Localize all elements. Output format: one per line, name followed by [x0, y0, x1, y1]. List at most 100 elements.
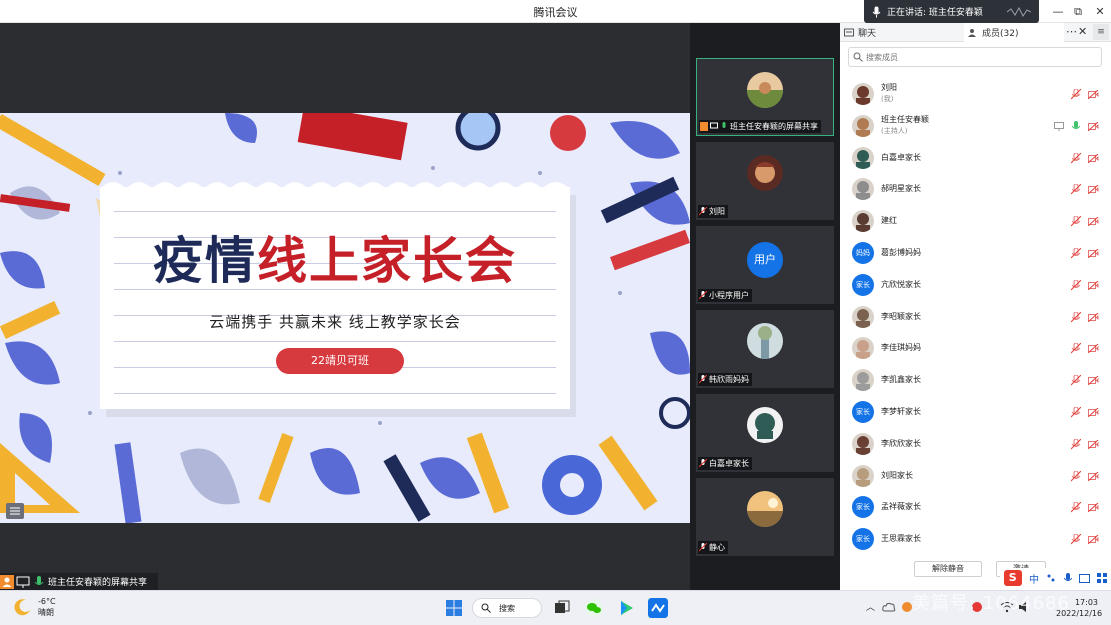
- member-name: 白嘉卓家长: [881, 152, 921, 162]
- member-row[interactable]: 家长 亢欣悦家长: [840, 271, 1111, 301]
- screen-share-label: 班主任安春颖的屏幕共享: [48, 578, 148, 588]
- avatar: [852, 432, 874, 455]
- more-options-button[interactable]: ⋯: [1066, 25, 1077, 38]
- camera-off-icon[interactable]: [1088, 344, 1099, 354]
- microphone-muted-icon[interactable]: [1071, 470, 1081, 482]
- panel-toggle-button[interactable]: ≡: [1093, 24, 1109, 40]
- microphone-muted-icon: [699, 207, 707, 216]
- start-menu-icon[interactable]: [444, 598, 464, 618]
- tray-overflow-button[interactable]: ︿: [866, 600, 875, 613]
- tab-chat[interactable]: 聊天: [840, 23, 964, 42]
- screen-share-icon: [16, 576, 30, 588]
- ime-toolbar[interactable]: S 中: [1000, 568, 1111, 588]
- video-tile[interactable]: 班主任安春颖的屏幕共享: [696, 58, 834, 136]
- member-row[interactable]: 郝明星家长: [840, 175, 1111, 205]
- ime-language[interactable]: 中: [1029, 571, 1039, 586]
- camera-off-icon[interactable]: [1088, 217, 1099, 227]
- microphone-muted-icon[interactable]: [1071, 184, 1081, 195]
- wechat-icon[interactable]: [584, 598, 604, 618]
- avatar: [852, 305, 874, 328]
- tab-members[interactable]: 成员(32): [964, 23, 1064, 42]
- avatar: [852, 146, 874, 169]
- taskbar-search[interactable]: 搜索: [472, 598, 542, 618]
- microphone-muted-icon: [699, 543, 707, 552]
- video-tile[interactable]: 白嘉卓家长: [696, 394, 834, 472]
- camera-off-icon[interactable]: [1088, 121, 1099, 131]
- camera-off-icon[interactable]: [1088, 185, 1099, 195]
- video-tile-label: 小程序用户: [698, 289, 752, 302]
- close-panel-button[interactable]: ✕: [1078, 25, 1087, 38]
- cloud-icon[interactable]: [882, 601, 896, 613]
- microphone-muted-icon: [699, 375, 707, 384]
- avatar: 家长: [852, 528, 874, 551]
- camera-off-icon[interactable]: [1088, 90, 1099, 99]
- media-player-icon[interactable]: [616, 598, 636, 618]
- microphone-muted-icon[interactable]: [1071, 375, 1081, 386]
- tencent-meeting-icon[interactable]: [648, 598, 668, 618]
- camera-off-icon[interactable]: [1088, 408, 1099, 417]
- chat-icon: [844, 28, 854, 36]
- member-row[interactable]: 家长 李梦轩家长: [840, 398, 1111, 428]
- camera-off-icon[interactable]: [1088, 153, 1099, 163]
- video-tile[interactable]: 用户 小程序用户: [696, 226, 834, 304]
- microphone-muted-icon[interactable]: [1071, 534, 1081, 545]
- member-row[interactable]: 李昭颖家长: [840, 303, 1111, 333]
- video-tile[interactable]: 韩欣雨妈妈: [696, 310, 834, 388]
- task-view-icon[interactable]: [552, 598, 572, 618]
- microphone-icon[interactable]: [1063, 572, 1072, 584]
- avatar: 家长: [852, 496, 874, 519]
- screen-share-indicator[interactable]: 班主任安春颖的屏幕共享: [0, 573, 158, 590]
- avatar-photo: [852, 83, 874, 105]
- slide-title-part2: 线上家长会: [257, 232, 517, 290]
- microphone-muted-icon[interactable]: [1071, 248, 1081, 259]
- weather-widget[interactable]: -6°C 晴朗: [14, 596, 56, 618]
- member-row[interactable]: 刘阳 (我): [840, 80, 1111, 110]
- microphone-icon[interactable]: [1071, 120, 1081, 132]
- avatar: [747, 155, 783, 191]
- member-search[interactable]: [848, 47, 1102, 67]
- camera-off-icon[interactable]: [1088, 503, 1099, 513]
- member-row[interactable]: 李凯鑫家长: [840, 366, 1111, 396]
- maximize-button[interactable]: ⧉: [1066, 0, 1090, 23]
- member-row[interactable]: 家长 孟祥薇家长: [840, 493, 1111, 523]
- microphone-icon: [34, 575, 44, 585]
- avatar-photo: [852, 146, 874, 169]
- camera-off-icon[interactable]: [1088, 376, 1099, 386]
- video-tile[interactable]: 静心: [696, 478, 834, 556]
- microphone-muted-icon[interactable]: [1071, 343, 1081, 354]
- microphone-muted-icon[interactable]: [1071, 438, 1081, 450]
- microphone-muted-icon[interactable]: [1071, 89, 1081, 100]
- microphone-muted-icon[interactable]: [1071, 311, 1081, 323]
- camera-off-icon[interactable]: [1088, 471, 1099, 481]
- camera-off-icon[interactable]: [1088, 439, 1099, 449]
- close-button[interactable]: ✕: [1088, 0, 1111, 23]
- punctuation-icon[interactable]: [1046, 573, 1056, 583]
- member-row[interactable]: 白嘉卓家长: [840, 144, 1111, 174]
- member-row[interactable]: 妈妈 葛彭博妈妈: [840, 239, 1111, 269]
- member-row[interactable]: 班主任安春颖 (主持人): [840, 112, 1111, 142]
- member-row[interactable]: 建红: [840, 207, 1111, 237]
- camera-off-icon[interactable]: [1088, 312, 1099, 322]
- video-tile-label: 静心: [698, 541, 728, 554]
- camera-off-icon[interactable]: [1088, 249, 1099, 258]
- member-row[interactable]: 刘阳家长: [840, 462, 1111, 492]
- microphone-muted-icon[interactable]: [1071, 502, 1081, 513]
- video-tile[interactable]: 刘阳: [696, 142, 834, 220]
- member-row[interactable]: 家长 王思霖家长: [840, 525, 1111, 555]
- microphone-muted-icon[interactable]: [1071, 279, 1081, 291]
- grid-icon[interactable]: [1097, 573, 1108, 583]
- keyboard-icon[interactable]: [1078, 573, 1090, 583]
- microphone-muted-icon[interactable]: [1071, 152, 1081, 164]
- camera-off-icon[interactable]: [1088, 535, 1099, 545]
- member-row[interactable]: 李佳琪妈妈: [840, 334, 1111, 364]
- weather-temp: -6°C: [38, 597, 56, 606]
- audio-wave-icon: [1007, 6, 1031, 17]
- shared-screen-area: 疫情线上家长会 云端携手 共赢未来 线上教学家长会 22靖贝可班: [0, 23, 690, 590]
- camera-off-icon[interactable]: [1088, 280, 1099, 290]
- search-input[interactable]: [866, 52, 1086, 62]
- member-row[interactable]: 李欣欣家长: [840, 430, 1111, 460]
- microphone-muted-icon[interactable]: [1071, 407, 1081, 418]
- menu-icon[interactable]: [6, 503, 24, 519]
- unmute-all-button[interactable]: 解除静音: [914, 561, 982, 577]
- microphone-muted-icon[interactable]: [1071, 216, 1081, 227]
